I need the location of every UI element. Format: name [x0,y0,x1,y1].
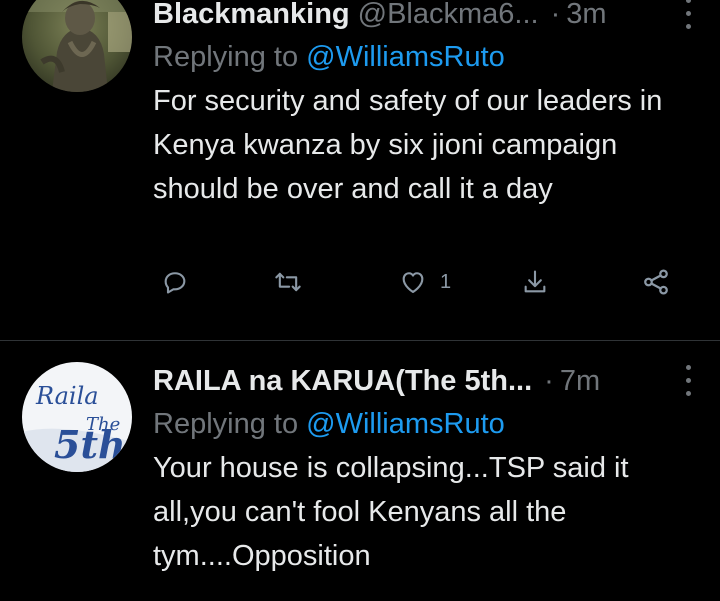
replying-to: Replying to @WilliamsRuto [153,35,700,79]
separator: · [550,0,561,30]
more-options-icon[interactable] [676,361,700,401]
heart-icon [402,272,424,293]
retweet-button[interactable] [273,258,303,306]
tweet-text: For security and safety of our leaders i… [153,85,663,205]
reply-button[interactable] [161,258,189,306]
author-name[interactable]: RAILA na KARUA(The 5th... [153,365,532,398]
tweet-text: Your house is collapsing...TSP said it a… [153,452,629,572]
reply-icon [164,272,186,294]
mention-link[interactable]: @WilliamsRuto [306,408,505,440]
download-icon [524,270,546,293]
share-icon [644,269,668,295]
author-name[interactable]: Blackmanking [153,0,350,31]
separator: · [544,364,554,397]
tweet-actions: 1 [153,258,683,306]
avatar[interactable]: Raila The 5th [22,362,132,472]
tweet-content: Blackmanking @Blackma6... · 3m Replying … [153,0,700,211]
replying-to: Replying to @WilliamsRuto [153,402,700,446]
tweet-content: RAILA na KARUA(The 5th... · 7m Replying … [153,361,700,578]
tweet-header: RAILA na KARUA(The 5th... · 7m [153,361,700,401]
tweet[interactable]: Blackmanking @Blackma6... · 3m Replying … [0,0,720,340]
timestamp[interactable]: 7m [560,365,600,398]
mention-link[interactable]: @WilliamsRuto [306,41,505,73]
replying-label: Replying to [153,41,299,73]
author-handle[interactable]: @Blackma6... [358,0,539,31]
share-button[interactable] [641,258,671,306]
avatar-image: Raila The 5th [22,362,132,472]
replying-label: Replying to [153,408,299,440]
tweet[interactable]: Raila The 5th RAILA na KARUA(The 5th... … [0,341,720,601]
avatar-text-raila: Raila [35,382,99,410]
more-options-icon[interactable] [676,0,700,34]
timestamp[interactable]: 3m [566,0,606,31]
avatar-image [22,0,132,92]
like-count: 1 [440,270,452,293]
retweet-icon [275,272,301,292]
like-button[interactable]: 1 [398,258,451,306]
avatar-text-5th: 5th [54,422,126,467]
avatar[interactable] [22,0,132,92]
bookmark-button[interactable] [521,258,549,306]
tweet-header: Blackmanking @Blackma6... · 3m [153,0,700,34]
